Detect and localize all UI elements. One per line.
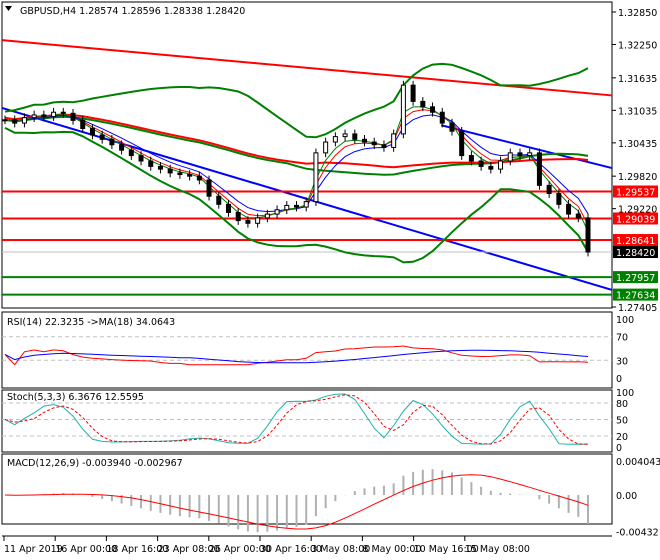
candle-body — [566, 203, 572, 215]
candle-body — [128, 149, 134, 157]
level-price-label: 1.29537 — [616, 187, 655, 198]
candle-body — [284, 204, 290, 211]
candle-body — [109, 138, 115, 146]
level-price-label: 1.28420 — [616, 248, 655, 259]
rsi-tick-label: 100 — [616, 315, 634, 326]
rsi-tick-label: 0 — [616, 374, 622, 385]
stoch-tick-label: 80 — [616, 399, 628, 410]
candle-body — [235, 211, 241, 222]
macd-tick-label: 0.004043 — [616, 457, 660, 468]
candle-body — [99, 134, 105, 140]
candle-body — [225, 203, 231, 213]
rsi-header: RSI(14) 22.3235 ->MA(18) 34.0643 — [7, 317, 175, 328]
price-tick-label: 1.32250 — [618, 41, 657, 52]
candle-body — [439, 111, 445, 124]
candle-body — [196, 175, 202, 181]
price-tick-label: 1.27405 — [618, 303, 657, 314]
stoch-tick-label: 20 — [616, 432, 628, 443]
candle-body — [216, 195, 222, 205]
macd-tick-label: -0.00432 — [616, 527, 659, 538]
candle-body — [148, 160, 154, 167]
candle-body — [459, 130, 465, 157]
x-tick-label: 11 Apr 2019 — [4, 544, 63, 555]
candle-body — [274, 209, 280, 215]
candle-body — [255, 217, 261, 224]
candle-body — [41, 114, 47, 118]
stoch-tick-label: 50 — [616, 416, 628, 427]
candle-body — [303, 201, 309, 208]
candle-body — [391, 133, 397, 148]
candle-body — [323, 141, 329, 154]
candle-body — [12, 119, 18, 124]
candle-body — [313, 152, 319, 203]
candle-body — [264, 213, 270, 219]
macd-tick-label: 0.00 — [616, 491, 637, 502]
candle-body — [517, 152, 523, 157]
stoch-tick-label: 100 — [616, 388, 634, 399]
candle-body — [157, 165, 163, 170]
candle-body — [410, 84, 416, 102]
candle-body — [498, 160, 504, 170]
candle-body — [51, 111, 57, 118]
candle-body — [177, 172, 183, 176]
symbol-header: GBPUSD,H4 1.28574 1.28596 1.28338 1.2842… — [20, 6, 245, 17]
candle-body — [89, 127, 95, 136]
candle-body — [119, 144, 125, 151]
candle-body — [527, 152, 533, 157]
macd-header: MACD(12,26,9) -0.003940 -0.002967 — [7, 458, 183, 469]
candle-body — [206, 179, 212, 197]
price-tick-label: 1.30435 — [618, 139, 657, 150]
rsi-tick-label: 30 — [616, 356, 628, 367]
candle-body — [585, 217, 591, 253]
stoch-tick-label: 0 — [616, 443, 622, 454]
rsi-ma-line — [4, 349, 589, 364]
chart-canvas[interactable]: 1.32850 1.32250 1.31635 1.31035 1.30435 1.298… — [0, 0, 660, 560]
candle-body — [70, 112, 76, 121]
candle-body — [2, 119, 8, 122]
candle-body — [80, 119, 86, 129]
candle-body — [507, 152, 513, 162]
candle-body — [187, 174, 193, 177]
candle-body — [352, 133, 358, 140]
candle-body — [575, 213, 581, 219]
price-tick-label: 1.31635 — [618, 74, 657, 85]
level-price-label: 1.27634 — [616, 291, 655, 302]
candle-body — [31, 114, 37, 119]
chart-window: 1.32850 1.32250 1.31635 1.31035 1.30435 1.298… — [0, 0, 660, 560]
level-price-label: 1.27957 — [616, 273, 655, 284]
candle-body — [362, 138, 368, 143]
candle-body — [138, 155, 144, 162]
price-tick-label: 1.32850 — [618, 8, 657, 19]
level-price-label: 1.29039 — [616, 214, 655, 225]
trendline — [1, 39, 613, 97]
price-tick-label: 1.29820 — [618, 172, 657, 183]
price-tick-label: 1.31035 — [618, 106, 657, 117]
candle-body — [400, 84, 406, 135]
candle-body — [381, 144, 387, 148]
candle-body — [294, 204, 299, 208]
candle-body — [21, 117, 27, 124]
candle-body — [342, 133, 348, 138]
candle-body — [167, 168, 173, 174]
candle-body — [536, 152, 542, 186]
candle-body — [245, 220, 251, 224]
level-price-label: 1.28641 — [616, 236, 655, 247]
candle-body — [332, 136, 338, 143]
x-tick-label: 15 May 08:00 — [465, 544, 530, 555]
candle-body — [371, 141, 377, 146]
candle-body — [420, 100, 426, 108]
candle-body — [468, 155, 474, 162]
collapse-triangle-icon[interactable] — [5, 6, 12, 11]
candle-body — [449, 122, 455, 132]
candle-body — [60, 111, 66, 114]
stoch-header: Stoch(5,3,3) 6.3676 12.5595 — [7, 392, 144, 403]
rsi-tick-label: 70 — [616, 333, 628, 344]
candle-body — [478, 160, 484, 167]
candle-body — [556, 193, 562, 205]
candle-body — [546, 184, 552, 195]
candle-body — [488, 165, 494, 170]
rsi-line — [4, 345, 589, 366]
candle-body — [430, 106, 436, 113]
